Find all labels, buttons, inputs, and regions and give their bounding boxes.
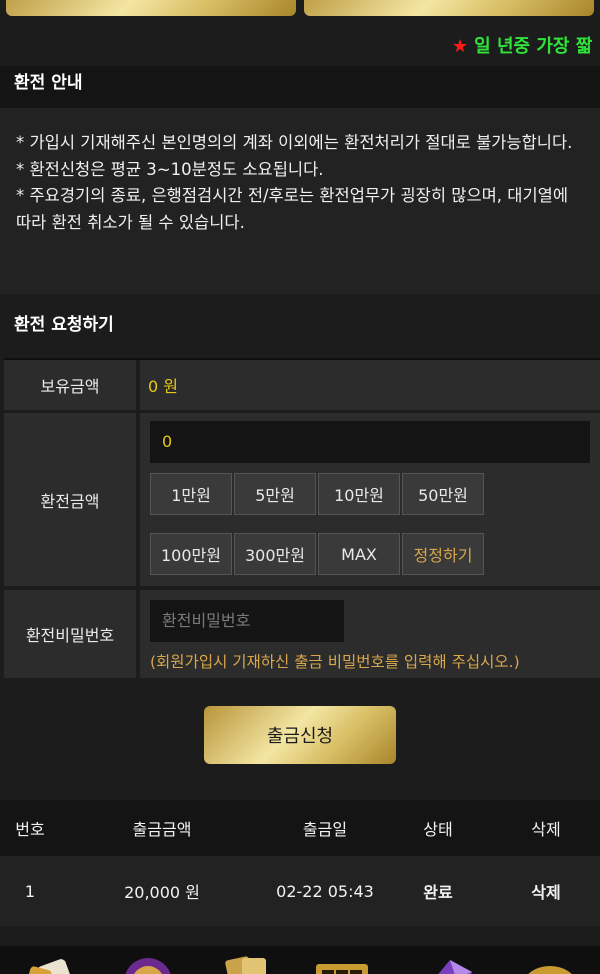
- amount-reset-button[interactable]: 정정하기: [402, 533, 484, 575]
- column-header-no: 번호: [15, 820, 45, 839]
- amount-500k-button[interactable]: 50만원: [402, 473, 484, 515]
- notice-title: 환전 안내: [0, 66, 600, 108]
- slot-machine-icon[interactable]: [312, 954, 372, 974]
- amount-max-button[interactable]: MAX: [318, 533, 400, 575]
- request-title: 환전 요청하기: [0, 294, 600, 356]
- gem-icon[interactable]: [420, 954, 480, 974]
- column-header-status: 상태: [423, 820, 453, 839]
- history-table-header: 번호 출금금액 출금일 상태 삭제: [0, 800, 600, 856]
- amount-50k-button[interactable]: 5만원: [234, 473, 316, 515]
- password-hint: (회원가입시 기재하신 출금 비밀번호를 입력해 주십시오.): [150, 653, 520, 671]
- amount-controls: 0 1만원 5만원 10만원 50만원 100만원 300만원 MAX 정정하기: [140, 413, 600, 586]
- top-gold-button-right[interactable]: [304, 0, 594, 16]
- notice-ticker: ★ 일 년중 가장 짧: [0, 30, 600, 60]
- notice-line: * 주요경기의 종료, 은행점검시간 전/후로는 환전업무가 굉장히 많으며, …: [16, 186, 569, 232]
- amount-100k-button[interactable]: 10만원: [318, 473, 400, 515]
- password-input[interactable]: 환전비밀번호: [150, 600, 344, 642]
- roulette-chip-icon[interactable]: [118, 954, 178, 974]
- balance-value: 0 원: [140, 360, 600, 410]
- roulette-wheel-icon[interactable]: [520, 954, 580, 974]
- table-row: 1 20,000 원 02-22 05:43 완료 삭제: [0, 856, 600, 926]
- password-row: 환전비밀번호 환전비밀번호 (회원가입시 기재하신 출금 비밀번호를 입력해 주…: [4, 590, 600, 678]
- amount-1m-button[interactable]: 100만원: [150, 533, 232, 575]
- amount-input[interactable]: 0: [150, 421, 590, 463]
- top-gold-button-left[interactable]: [6, 0, 296, 16]
- ticker-text: 일 년중 가장 짧: [474, 36, 593, 57]
- column-header-delete: 삭제: [531, 820, 561, 839]
- password-controls: 환전비밀번호 (회원가입시 기재하신 출금 비밀번호를 입력해 주십시오.): [140, 590, 600, 678]
- amount-10k-button[interactable]: 1만원: [150, 473, 232, 515]
- amount-label: 환전금액: [4, 413, 136, 586]
- balance-row: 보유금액 0 원: [4, 358, 600, 410]
- balance-label: 보유금액: [4, 360, 136, 410]
- row-amount: 20,000 원: [124, 883, 200, 902]
- password-label: 환전비밀번호: [4, 590, 136, 678]
- notice-line: * 환전신청은 평균 3~10분정도 소요됩니다.: [16, 159, 324, 179]
- amount-3m-button[interactable]: 300만원: [234, 533, 316, 575]
- notice-line: * 가입시 기재해주신 본인명의의 계좌 이외에는 환전처리가 절대로 불가능합…: [16, 133, 573, 152]
- row-status: 완료: [423, 883, 453, 902]
- column-header-amount: 출금금액: [132, 820, 192, 839]
- row-date: 02-22 05:43: [276, 881, 374, 901]
- column-header-date: 출금일: [302, 820, 348, 839]
- dice-icon[interactable]: [22, 954, 82, 974]
- row-delete-button[interactable]: 삭제: [510, 856, 582, 926]
- star-icon: ★: [452, 36, 469, 57]
- amount-row: 환전금액 0 1만원 5만원 10만원 50만원 100만원 300만원 MAX…: [4, 413, 600, 586]
- bottom-nav: [0, 946, 600, 974]
- row-no: 1: [24, 881, 36, 901]
- notice-body: * 가입시 기재해주신 본인명의의 계좌 이외에는 환전처리가 절대로 불가능합…: [0, 108, 600, 294]
- withdraw-submit-button[interactable]: 출금신청: [204, 706, 396, 764]
- cards-icon[interactable]: [218, 954, 278, 974]
